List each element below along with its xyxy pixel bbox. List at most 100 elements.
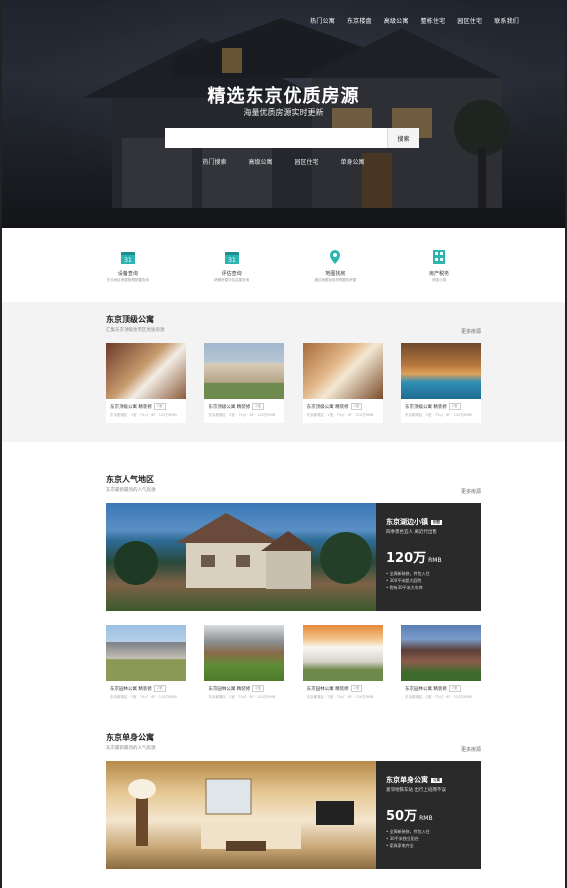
nav-item[interactable]: 联系我们	[494, 16, 519, 25]
section-desc: 汇集东京顶级住宅区优质房源	[106, 328, 165, 333]
calendar-icon: 31	[119, 248, 137, 266]
service-title: 设备查询	[117, 270, 138, 277]
more-link[interactable]: 更多房源	[461, 746, 481, 753]
featured-badge: 别墅	[431, 519, 442, 525]
featured-points: 全周新装修，拎包入住 30平米独立阳台 家具家电齐全	[386, 828, 471, 849]
featured-points: 全周新装修，拎包入住 300平米超大庭院 附有30平米大车库	[386, 570, 471, 591]
listing-photo	[302, 625, 383, 681]
listing-meta: 东京都港区 · 2室 · 75㎡ · 6F · 120万RMB	[208, 695, 276, 699]
section-top-apartments: 东京顶级公寓 汇集东京顶级住宅区优质房源 更多房源 东京顶级公寓 精装修 2室 东…	[2, 302, 565, 442]
featured-price: 120万 RMB	[386, 551, 442, 566]
featured-subtitle: 紧邻地铁车站 出行上班两不误	[386, 788, 446, 793]
page: 热门公寓 东京楼盘 高级公寓 整栋住宅 园区住宅 联系我们 精选东京优质房源 海…	[0, 0, 567, 888]
hero-subtitle: 海量优质房源实时更新	[243, 108, 324, 117]
listing-meta: 东京都港区 · 2室 · 75㎡ · 6F · 120万RMB	[208, 413, 276, 417]
featured-listing[interactable]: 东京湖边小镇别墅 四季景色宜人 离近代出售 120万RMB 全周新装修，拎包入住…	[106, 503, 481, 611]
section-title: 东京单身公寓	[106, 733, 154, 742]
nav-item[interactable]: 高级公寓	[384, 16, 409, 25]
listing-tag: 2室	[448, 403, 461, 410]
featured-point: 全周新装修，拎包入住	[386, 828, 471, 835]
listing-meta: 东京都港区 · 2室 · 75㎡ · 6F · 120万RMB	[110, 695, 177, 699]
featured-price: 50万 RMB	[386, 809, 433, 824]
listing-card[interactable]: 东京园林公寓 精装修 2室 东京都港区 · 2室 · 75㎡ · 6F · 120…	[302, 625, 383, 705]
listing-photo	[106, 625, 186, 681]
listing-card[interactable]: 东京顶级公寓 精装修 2室 东京都港区 · 2室 · 75㎡ · 6F · 120…	[302, 343, 383, 423]
service-title: 评估查询	[221, 270, 242, 277]
listing-meta: 东京都港区 · 2室 · 75㎡ · 6F · 120万RMB	[404, 413, 472, 417]
listing-tag: 2室	[350, 685, 363, 692]
listing-photo	[106, 343, 186, 399]
listing-tag: 2室	[153, 403, 166, 410]
search-bar: 搜索	[165, 128, 419, 148]
listing-meta: 东京都港区 · 2室 · 75㎡ · 6F · 120万RMB	[306, 413, 374, 417]
nav-item[interactable]: 整栋住宅	[421, 16, 446, 25]
section-title: 东京人气地区	[106, 475, 154, 484]
section-title: 东京顶级公寓	[106, 315, 154, 324]
svg-text:31: 31	[124, 257, 132, 264]
listing-tag: 2室	[448, 685, 461, 692]
listing-name: 东京顶级公寓 精装修	[306, 404, 349, 410]
calendar-icon: 31	[223, 248, 241, 266]
nav-item[interactable]: 园区住宅	[457, 16, 482, 25]
hot-link[interactable]: 热门搜索	[202, 157, 226, 166]
hot-link[interactable]: 单身公寓	[341, 157, 365, 166]
featured-photo	[106, 503, 376, 611]
listing-name: 东京园林公寓 精装修	[306, 686, 349, 692]
featured-listing[interactable]: 东京单身公寓公寓 紧邻地铁车站 出行上班两不误 50万RMB 全周新装修，拎包入…	[106, 761, 481, 869]
featured-point: 300平米超大庭院	[386, 577, 471, 584]
listing-meta: 东京都港区 · 2室 · 75㎡ · 6F · 120万RMB	[306, 695, 374, 699]
featured-point: 全周新装修，拎包入住	[386, 570, 471, 577]
search-button[interactable]: 搜索	[387, 128, 419, 148]
listing-card[interactable]: 东京顶级公寓 精装修 2室 东京都港区 · 2室 · 75㎡ · 6F · 120…	[106, 343, 186, 423]
nav-item[interactable]: 东京楼盘	[347, 16, 372, 25]
listing-card[interactable]: 东京顶级公寓 精装修 2室 东京都港区 · 2室 · 75㎡ · 6F · 120…	[204, 343, 285, 423]
map-pin-icon	[326, 248, 344, 266]
featured-photo	[106, 761, 376, 869]
svg-text:31: 31	[228, 257, 236, 264]
service-title: 房产税务	[429, 270, 450, 277]
hot-link[interactable]: 园区住宅	[295, 157, 319, 166]
listing-card[interactable]: 东京园林公寓 精装修 2室 东京都港区 · 2室 · 75㎡ · 6F · 120…	[204, 625, 285, 705]
hero-banner: 热门公寓 东京楼盘 高级公寓 整栋住宅 园区住宅 联系我们 精选东京优质房源 海…	[2, 0, 565, 228]
hot-link[interactable]: 高级公寓	[248, 157, 272, 166]
nav-item[interactable]: 热门公寓	[310, 16, 335, 25]
service-item[interactable]: 地图找房 通过地图找到您想要的房屋	[305, 248, 365, 283]
listing-photo	[204, 625, 285, 681]
section-single-apartments: 东京单身公寓 东京最新最热的人气房源 更多房源 东京单身公寓 公寓 紧邻地铁车站 …	[2, 718, 565, 888]
service-desc: 精确房屋评估结果查询	[214, 277, 250, 282]
featured-point: 30平米独立阳台	[386, 835, 471, 842]
top-nav: 热门公寓 东京楼盘 高级公寓 整栋住宅 园区住宅 联系我们	[310, 16, 519, 25]
service-item[interactable]: 31 设备查询 东京地区房屋管理配置查询	[98, 248, 158, 283]
listing-name: 东京园林公寓 精装修	[208, 686, 251, 692]
service-item[interactable]: 31 评估查询 精确房屋评估结果查询	[202, 248, 262, 283]
listing-tag: 2室	[252, 685, 264, 692]
featured-subtitle: 四季景色宜人 离近代出售	[386, 530, 437, 535]
listing-card[interactable]: 东京园林公寓 精装修 2室 东京都港区 · 2室 · 75㎡ · 6F · 120…	[400, 625, 481, 705]
service-item[interactable]: 房产税务 税费计算	[409, 248, 469, 283]
search-input[interactable]	[165, 128, 387, 148]
featured-point: 附有30平米大车库	[386, 584, 471, 591]
section-popular-areas: 东京人气地区 东京最新最热的人气房源 更多房源 东京湖边小镇 别墅 四季景色宜人 …	[2, 442, 565, 718]
listing-meta: 东京都港区 · 2室 · 75㎡ · 6F · 120万RMB	[110, 413, 177, 417]
service-title: 地图找房	[325, 270, 346, 277]
listing-card[interactable]: 东京顶级公寓 精装修 2室 东京都港区 · 2室 · 75㎡ · 6F · 120…	[400, 343, 481, 423]
more-link[interactable]: 更多房源	[461, 488, 481, 495]
more-link[interactable]: 更多房源	[461, 328, 481, 335]
featured-title: 东京湖边小镇	[386, 518, 428, 526]
listing-card[interactable]: 东京园林公寓 精装修 2室 东京都港区 · 2室 · 75㎡ · 6F · 120…	[106, 625, 186, 705]
service-desc: 通过地图找到您想要的房屋	[314, 277, 357, 282]
listing-photo	[400, 343, 481, 399]
service-desc: 税费计算	[432, 277, 447, 282]
listing-name: 东京顶级公寓 精装修	[404, 404, 447, 410]
listing-tag: 2室	[252, 403, 264, 410]
listing-photo	[302, 343, 383, 399]
service-desc: 东京地区房屋管理配置查询	[106, 277, 149, 282]
listing-tag: 2室	[153, 685, 166, 692]
section-desc: 东京最新最热的人气房源	[106, 488, 156, 493]
listing-name: 东京园林公寓 精装修	[110, 686, 152, 692]
featured-badge: 公寓	[431, 777, 442, 783]
hot-links: 热门搜索 高级公寓 园区住宅 单身公寓	[2, 157, 565, 166]
services-row: 31 设备查询 东京地区房屋管理配置查询 31 评估查询 精确房屋评估结果查询 …	[2, 228, 565, 302]
listing-name: 东京顶级公寓 精装修	[208, 404, 251, 410]
listing-tag: 2室	[350, 403, 363, 410]
